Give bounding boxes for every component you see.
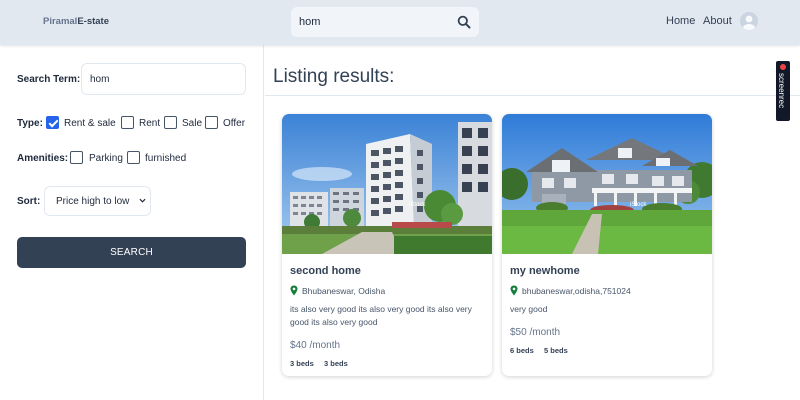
header-search-input[interactable] [291, 7, 451, 37]
listing-title[interactable]: my newhome [510, 265, 580, 277]
type-label: Type: [17, 118, 43, 129]
sort-selected-value: Price high to low [56, 196, 130, 207]
amenities-label: Amenities: [17, 153, 69, 164]
type-rent-sale-checkbox[interactable] [46, 116, 59, 129]
amenity-parking-label: Parking [89, 153, 123, 164]
listing-image[interactable]: iStock [282, 114, 492, 254]
record-dot-icon [780, 64, 786, 70]
screen-recorder-label: screenrec [777, 73, 786, 109]
apartment-building-photo: iStock [282, 114, 492, 254]
nav-about-link[interactable]: About [703, 15, 732, 27]
header: PiramalE-state Home About [0, 0, 800, 45]
type-offer-label: Offer [223, 118, 246, 129]
listing-price: $40 /month [290, 340, 341, 351]
logo-part1: Piramal [43, 16, 78, 27]
listing-card[interactable]: iStock second home Bhubaneswar, Odisha i… [282, 114, 492, 376]
search-term-label: Search Term: [17, 74, 81, 85]
type-rent-sale-label: Rent & sale [64, 118, 116, 129]
listing-description: its also very good its also very good it… [290, 304, 472, 327]
type-sale-checkbox[interactable] [164, 116, 177, 129]
listing-location: bhubaneswar,odisha,751024 [522, 286, 631, 296]
listing-beds: 3 beds [290, 359, 314, 368]
listing-description: very good [510, 304, 548, 314]
listing-card[interactable]: iStock my newhome bhubaneswar,odisha,751… [502, 114, 712, 376]
type-sale-label: Sale [182, 118, 203, 129]
logo-part2: E-state [77, 16, 110, 27]
istock-watermark: iStock [630, 202, 647, 208]
sort-label: Sort: [17, 196, 41, 207]
suburban-house-photo: iStock [502, 114, 712, 254]
sort-select[interactable]: Price high to low [44, 186, 151, 216]
search-icon[interactable] [457, 15, 471, 29]
avatar[interactable] [740, 12, 758, 30]
logo[interactable]: PiramalE-state [43, 16, 109, 27]
listing-baths: 5 beds [544, 346, 568, 355]
search-term-input[interactable] [81, 63, 246, 95]
filter-sidebar: Search Term: Type: Rent & sale Rent Sale… [0, 45, 264, 400]
divider [265, 95, 800, 96]
istock-watermark: iStock [409, 202, 426, 208]
amenity-furnished-label: furnished [145, 153, 187, 164]
amenity-parking-checkbox[interactable] [70, 151, 83, 164]
type-offer-checkbox[interactable] [205, 116, 218, 129]
type-rent-label: Rent [139, 118, 161, 129]
map-pin-icon [290, 285, 298, 296]
listing-beds: 6 beds [510, 346, 534, 355]
nav-home-link[interactable]: Home [666, 15, 695, 27]
listing-title[interactable]: second home [290, 265, 361, 277]
search-button[interactable]: SEARCH [17, 237, 246, 268]
amenity-furnished-checkbox[interactable] [127, 151, 140, 164]
chevron-down-icon [139, 198, 146, 203]
listing-baths: 3 beds [324, 359, 348, 368]
user-icon [742, 15, 756, 30]
listing-price: $50 /month [510, 327, 561, 338]
type-rent-checkbox[interactable] [121, 116, 134, 129]
page-title: Listing results: [273, 66, 395, 87]
screen-recorder-tab[interactable]: screenrec [776, 61, 790, 121]
map-pin-icon [510, 285, 518, 296]
listing-location: Bhubaneswar, Odisha [302, 286, 386, 296]
header-search [291, 7, 479, 37]
listing-image[interactable]: iStock [502, 114, 712, 254]
